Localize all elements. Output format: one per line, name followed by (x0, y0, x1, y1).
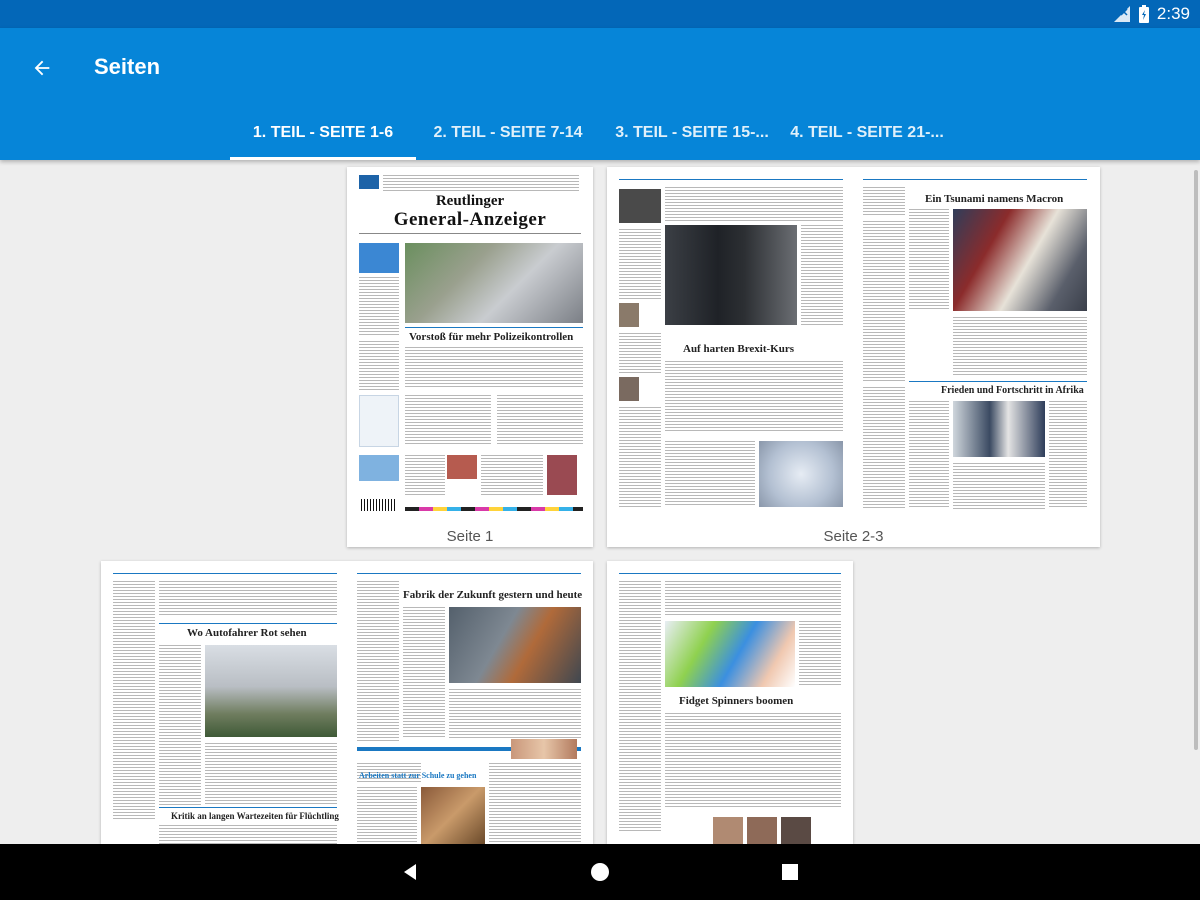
nav-back-button[interactable] (396, 858, 424, 886)
traffic-photo (405, 243, 583, 323)
headline: Ein Tsunami namens Macron (925, 193, 1064, 205)
macron-photo (953, 209, 1087, 311)
tab-label: 4. TEIL - SEITE 21-... (790, 124, 944, 141)
status-icons: 2:39 (1113, 4, 1190, 24)
tab-teil-2[interactable]: 2. TEIL - SEITE 7-14 (416, 112, 600, 160)
newspaper-page-5: Fabrik der Zukunft gestern und heute Arb… (355, 567, 583, 844)
logo-icon (359, 175, 379, 189)
tab-teil-3[interactable]: 3. TEIL - SEITE 15-... (600, 112, 784, 160)
page-label: Seite 2-3 (823, 528, 884, 545)
home-circle-icon (591, 863, 609, 881)
tab-teil-1[interactable]: 1. TEIL - SEITE 1-6 (230, 112, 416, 160)
badge-image (359, 243, 399, 273)
headline: Fabrik der Zukunft gestern und heute (403, 589, 583, 601)
factory-photo (449, 607, 581, 683)
clock: 2:39 (1156, 4, 1190, 23)
headline: Auf harten Brexit-Kurs (683, 343, 795, 355)
scrollbar[interactable] (1194, 170, 1198, 750)
tab-label: 1. TEIL - SEITE 1-6 (252, 124, 394, 141)
page-thumbnail-seite-6[interactable]: Fidget Spinners boomen (607, 561, 853, 844)
newspaper-page-4: Wo Autofahrer Rot sehen Kritik an langen… (111, 567, 339, 844)
status-bar: 2:39 (0, 0, 1200, 28)
headline: Kritik an langen Wartezeiten für Flüchtl… (171, 811, 339, 821)
page-thumbnail-seite-1[interactable]: Reutlinger General-Anzeiger Vorstoß für … (347, 167, 593, 547)
page-thumbnail-seite-2-3[interactable]: Auf harten Brexit-Kurs Ein Tsunami namen… (607, 167, 1100, 547)
recents-square-icon (782, 864, 798, 880)
headline: Vorstoß für mehr Polizeikontrollen (409, 331, 574, 343)
cartoon-image (759, 441, 843, 507)
fidget-spinner-photo (665, 621, 795, 687)
barcode-icon (361, 499, 395, 511)
building-photo (205, 645, 337, 737)
arrow-back-icon (34, 60, 50, 76)
newspaper-page-6: Fidget Spinners boomen (617, 567, 843, 844)
tab-label: 2. TEIL - SEITE 7-14 (433, 124, 583, 141)
app-bar: Seiten 1. TEIL - SEITE 1-6 2. TEIL - SEI… (0, 28, 1200, 160)
tab-bar: 1. TEIL - SEITE 1-6 2. TEIL - SEITE 7-14… (230, 112, 950, 160)
tab-teil-4[interactable]: 4. TEIL - SEITE 21-... (784, 112, 950, 160)
downing-street-photo (665, 225, 797, 325)
newspaper-page-2: Auf harten Brexit-Kurs (617, 173, 845, 515)
headline: Wo Autofahrer Rot sehen (187, 627, 307, 639)
battery-icon (1138, 5, 1149, 23)
masthead-top: Reutlinger (435, 193, 505, 209)
nav-recents-button[interactable] (776, 858, 804, 886)
system-nav-bar (0, 844, 1200, 900)
signal-icon (1113, 6, 1130, 22)
nav-home-button[interactable] (586, 858, 614, 886)
back-button[interactable] (20, 50, 64, 86)
page-title: Seiten (94, 54, 161, 79)
masthead-main: General-Anzeiger (393, 209, 547, 230)
headline: Arbeiten statt zur Schule zu gehen (359, 771, 477, 780)
page-thumbnail-seite-4-5[interactable]: Wo Autofahrer Rot sehen Kritik an langen… (101, 561, 593, 844)
back-triangle-icon (404, 864, 416, 880)
headline: Fidget Spinners boomen (679, 695, 794, 707)
page-grid: Reutlinger General-Anzeiger Vorstoß für … (0, 160, 1200, 844)
headline: Frieden und Fortschritt in Afrika (941, 385, 1084, 396)
page-label: Seite 1 (446, 528, 494, 545)
newspaper-front-page: Reutlinger General-Anzeiger Vorstoß für … (357, 173, 583, 515)
tab-label: 3. TEIL - SEITE 15-... (615, 124, 769, 141)
newspaper-page-3: Ein Tsunami namens Macron Frieden und Fo… (861, 173, 1089, 515)
